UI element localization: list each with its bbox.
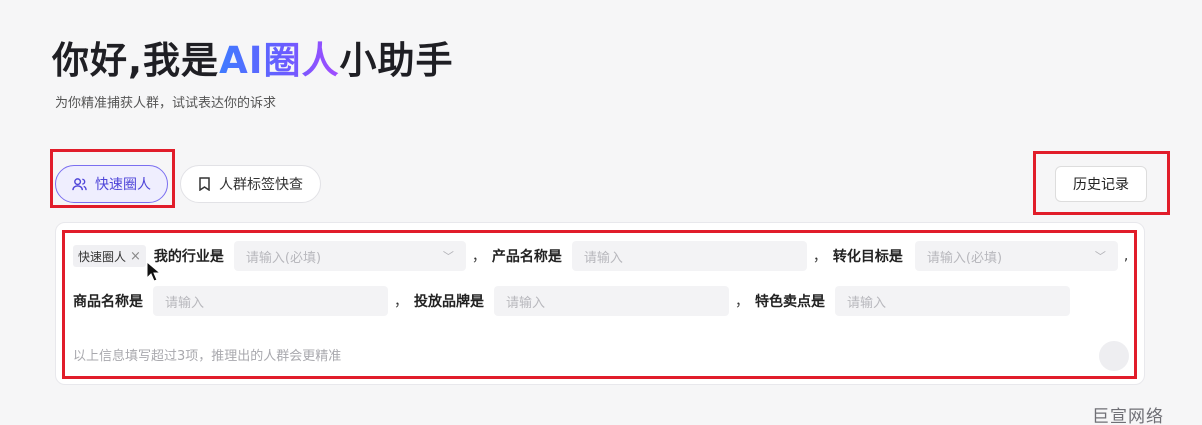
tab-audience-tag-lookup[interactable]: 人群标签快查 <box>180 165 321 203</box>
prompt-form-card: 快速圈人 × 我的行业是 请输入(必填) ﹀ ， 产品名称是 请输入 ， 转化目… <box>55 222 1145 385</box>
selling-point-label: 特色卖点是 <box>755 294 825 310</box>
title-suffix: 小助手 <box>339 39 454 82</box>
close-icon[interactable]: × <box>130 249 141 264</box>
form-row-2: 商品名称是 请输入 ， 投放品牌是 请输入 ， 特色卖点是 请输入 <box>73 286 1070 316</box>
comma-separator: ， <box>471 249 486 265</box>
chevron-down-icon: ﹀ <box>1094 250 1106 263</box>
page-title: 你好,我是AI圈人小助手 <box>52 30 453 84</box>
product-label: 产品名称是 <box>491 249 562 265</box>
form-hint: 以上信息填写超过3项，推理出的人群会更精准 <box>73 349 342 364</box>
brand-label: 投放品牌是 <box>414 294 484 310</box>
goal-select[interactable]: 请输入(必填) ﹀ <box>914 241 1118 271</box>
product-placeholder: 请输入 <box>583 250 623 266</box>
goal-placeholder: 请输入(必填) <box>926 250 1003 266</box>
send-button[interactable] <box>1099 341 1129 371</box>
industry-label: 我的行业是 <box>153 249 224 265</box>
tab-label: 人群标签快查 <box>219 177 303 193</box>
comma-separator: , <box>1123 248 1129 264</box>
industry-placeholder: 请输入(必填) <box>245 250 322 266</box>
brand-input[interactable]: 请输入 <box>494 286 729 316</box>
comma-separator: ， <box>394 294 408 310</box>
page-subtitle: 为你精准捕获人群，试试表达你的诉求 <box>55 96 277 111</box>
product-input[interactable]: 请输入 <box>571 241 807 271</box>
bookmark-icon <box>199 177 210 191</box>
title-highlight: AI圈人 <box>219 39 340 82</box>
selling-point-placeholder: 请输入 <box>847 295 887 311</box>
comma-separator: ， <box>812 249 827 265</box>
chevron-down-icon: ﹀ <box>442 250 454 263</box>
tab-label: 快速圈人 <box>95 177 151 193</box>
goal-label: 转化目标是 <box>832 249 903 265</box>
industry-select[interactable]: 请输入(必填) ﹀ <box>233 241 466 271</box>
mouse-cursor-icon <box>146 261 162 282</box>
history-button[interactable]: 历史记录 <box>1055 166 1147 202</box>
watermark: 巨宣网络 <box>1092 407 1164 425</box>
goods-placeholder: 请输入 <box>165 295 205 311</box>
quick-audience-chip: 快速圈人 × <box>73 245 146 267</box>
goods-input[interactable]: 请输入 <box>153 286 388 316</box>
comma-separator: ， <box>735 294 749 310</box>
tab-quick-audience[interactable]: 快速圈人 <box>55 165 168 203</box>
brand-placeholder: 请输入 <box>506 295 546 311</box>
title-prefix: 你好,我是 <box>52 39 220 82</box>
goods-label: 商品名称是 <box>73 294 143 310</box>
users-icon <box>72 177 87 190</box>
selling-point-input[interactable]: 请输入 <box>835 286 1070 316</box>
form-row-1: 快速圈人 × 我的行业是 请输入(必填) ﹀ ， 产品名称是 请输入 ， 转化目… <box>73 241 1134 271</box>
chip-label: 快速圈人 <box>78 249 127 264</box>
